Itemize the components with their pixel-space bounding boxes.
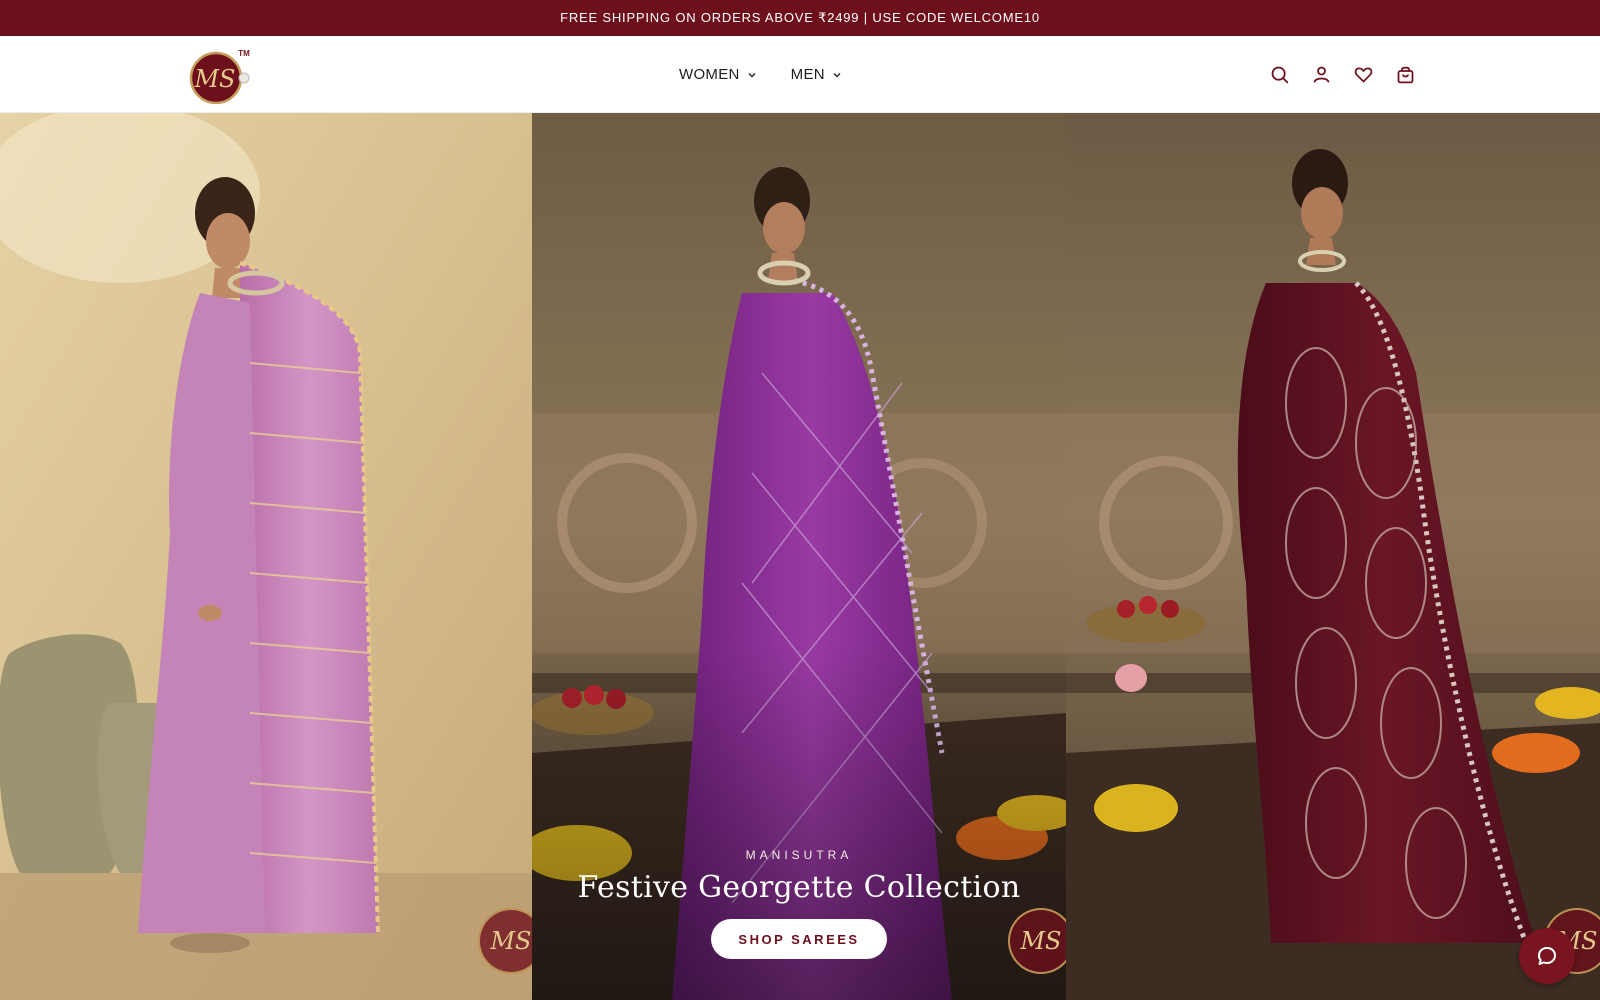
hero-title: Festive Georgette Collection <box>577 870 1021 905</box>
chat-button[interactable] <box>1519 928 1575 984</box>
hero-panel-maroon-saree[interactable]: MS <box>1066 113 1600 1000</box>
wishlist-heart-icon[interactable] <box>1352 64 1374 86</box>
hero-banner[interactable]: MS MS MS MANISUTRA Festive Georgette Col… <box>0 113 1600 1000</box>
announcement-bar: FREE SHIPPING ON ORDERS ABOVE ₹2499 | US… <box>0 0 1600 36</box>
hero-kicker: MANISUTRA <box>745 848 853 862</box>
nav-item-men-label: MEN <box>790 66 825 83</box>
shop-sarees-button[interactable]: SHOP SAREES <box>711 919 887 959</box>
maroon-saree-model-image <box>1066 113 1600 1000</box>
announcement-text: FREE SHIPPING ON ORDERS ABOVE ₹2499 | US… <box>560 10 1040 25</box>
nav-item-men[interactable]: MEN <box>791 66 842 83</box>
pink-saree-model-image <box>0 113 532 1000</box>
header-actions <box>1268 36 1416 113</box>
main-nav: WOMEN MEN <box>679 36 842 113</box>
logo-monogram: MS <box>193 65 235 93</box>
logo-trademark: TM <box>238 49 250 58</box>
site-header: MS TM WOMEN MEN <box>0 36 1600 113</box>
chevron-down-icon <box>833 72 841 77</box>
account-icon[interactable] <box>1310 64 1332 86</box>
nav-item-women[interactable]: WOMEN <box>679 66 757 83</box>
search-icon[interactable] <box>1268 64 1290 86</box>
nav-item-women-label: WOMEN <box>679 66 740 83</box>
hero-panel-pink-saree[interactable]: MS <box>0 113 532 1000</box>
cart-bag-icon[interactable] <box>1394 64 1416 86</box>
brand-logo[interactable]: MS TM <box>176 46 258 105</box>
chevron-down-icon <box>748 72 756 77</box>
hero-caption: MANISUTRA Festive Georgette Collection S… <box>532 848 1066 959</box>
chat-bubble-icon <box>1538 947 1556 965</box>
